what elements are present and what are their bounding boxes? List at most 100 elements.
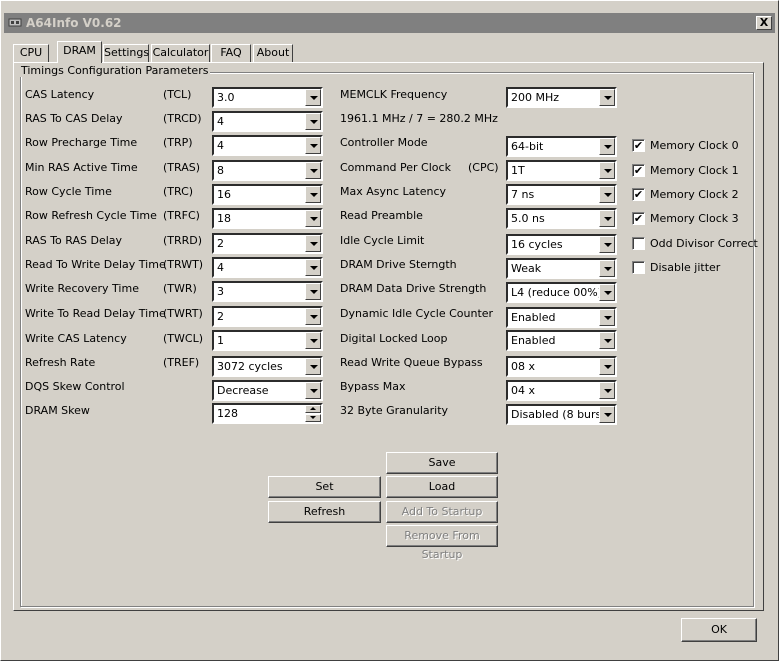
combo-trc[interactable]: 16 [212,184,323,205]
chevron-down-icon[interactable] [305,137,321,154]
remove-from-startup-button[interactable]: Remove From Startup [386,525,498,561]
chevron-down-icon[interactable] [599,89,615,106]
combo-32-byte-granularity[interactable]: Disabled (8 bursts) [506,404,617,425]
param-label: Read To Write Delay Time [25,258,166,271]
title-bar[interactable]: A64Info V0.62 X [4,13,775,33]
chevron-down-icon[interactable] [599,284,615,301]
param-label: CAS Latency [25,88,95,101]
combo-idle-cycle[interactable]: 16 cycles [506,234,617,255]
chevron-down-icon[interactable] [305,308,321,325]
param-label: Refresh Rate [25,356,96,369]
param-code: (TRAS) [163,161,201,174]
tab-calculator[interactable]: Calculator [151,44,210,62]
combo-rw-queue-bypass[interactable]: 08 x [506,356,617,377]
param-label: Digital Locked Loop [340,332,448,345]
chevron-down-icon[interactable] [305,358,321,375]
checkbox-mark-icon[interactable] [632,261,645,274]
param-label: RAS To RAS Delay [25,234,123,247]
param-label: Write Recovery Time [25,282,139,295]
chevron-down-icon[interactable] [599,236,615,253]
param-label: Dynamic Idle Cycle Counter [340,307,494,320]
chevron-down-icon[interactable] [599,162,615,179]
param-label: Command Per Clock [340,161,451,174]
param-code: (TREF) [163,356,200,369]
checkbox-mark-icon[interactable]: ✔ [632,188,645,201]
checkbox-mark-icon[interactable]: ✔ [632,212,645,225]
spin-up-icon[interactable] [305,405,321,413]
combo-drive-strength[interactable]: Weak [506,258,617,279]
save-button[interactable]: Save [386,452,498,474]
chevron-down-icon[interactable] [599,406,615,423]
combo-read-preamble[interactable]: 5.0 ns [506,208,617,229]
refresh-button[interactable]: Refresh [268,501,381,523]
chevron-down-icon[interactable] [305,259,321,276]
combo-dynamic-idle[interactable]: Enabled [506,307,617,328]
checkbox-mark-icon[interactable]: ✔ [632,164,645,177]
chevron-down-icon[interactable] [599,382,615,399]
groupbox-title: Timings Configuration Parameters [19,64,211,77]
chevron-down-icon[interactable] [305,332,321,349]
tab-dram[interactable]: DRAM [57,41,102,63]
chevron-down-icon[interactable] [599,210,615,227]
chevron-down-icon[interactable] [599,332,615,349]
param-label: Row Cycle Time [25,185,112,198]
chevron-down-icon[interactable] [305,89,321,106]
checkbox-mark-icon[interactable] [632,237,645,250]
tab-about[interactable]: About [253,44,293,62]
chevron-down-icon[interactable] [599,260,615,277]
app-window: A64Info V0.62 X CPU DRAM Settings Calcul… [0,0,779,661]
chevron-down-icon[interactable] [599,138,615,155]
param-label: DRAM Data Drive Strength [340,282,487,295]
combo-memclk[interactable]: 200 MHz [506,87,617,108]
chevron-down-icon[interactable] [305,382,321,399]
close-button[interactable]: X [756,16,772,30]
chevron-down-icon[interactable] [599,358,615,375]
combo-dll[interactable]: Enabled [506,330,617,351]
combo-twrt[interactable]: 2 [212,306,323,327]
chevron-down-icon[interactable] [599,186,615,203]
combo-data-drive-strength[interactable]: L4 (reduce 00%) [506,282,617,303]
combo-max-async[interactable]: 7 ns [506,184,617,205]
tab-settings[interactable]: Settings [103,44,149,62]
param-code: (TWR) [163,282,197,295]
dram-skew-spinner[interactable]: 128 [212,403,323,424]
combo-twcl[interactable]: 1 [212,330,323,351]
param-label: Read Write Queue Bypass [340,356,483,369]
chevron-down-icon[interactable] [305,210,321,227]
chevron-down-icon[interactable] [599,309,615,326]
chevron-down-icon[interactable] [305,162,321,179]
combo-controller-mode[interactable]: 64-bit [506,136,617,157]
param-label: DRAM Drive Sterngth [340,258,457,271]
combo-twr[interactable]: 3 [212,281,323,302]
chevron-down-icon[interactable] [305,186,321,203]
chevron-down-icon[interactable] [305,235,321,252]
chevron-down-icon[interactable] [305,113,321,130]
add-to-startup-button[interactable]: Add To Startup [386,501,498,523]
param-label: Row Refresh Cycle Time [25,209,157,222]
param-code: (TRWT) [163,258,204,271]
combo-dqs-skew[interactable]: Decrease [212,380,323,401]
combo-trwt[interactable]: 4 [212,257,323,278]
spin-down-icon[interactable] [305,414,321,422]
tab-cpu[interactable]: CPU [13,44,49,62]
combo-trfc[interactable]: 18 [212,208,323,229]
combo-trcd[interactable]: 4 [212,111,323,132]
combo-trp[interactable]: 4 [212,135,323,156]
spinner-arrows[interactable] [305,405,321,422]
chevron-down-icon[interactable] [305,283,321,300]
tab-faq[interactable]: FAQ [211,44,251,62]
combo-tref[interactable]: 3072 cycles [212,356,323,377]
param-code: (TWCL) [163,332,203,345]
load-button[interactable]: Load [386,476,498,498]
ok-button[interactable]: OK [681,618,757,642]
param-code: (CPC) [468,161,499,174]
combo-tcl[interactable]: 3.0 [212,87,323,108]
set-button[interactable]: Set [268,476,381,498]
param-label: Min RAS Active Time [25,161,138,174]
combo-tras[interactable]: 8 [212,160,323,181]
param-label: Row Precharge Time [25,136,138,149]
combo-cpc[interactable]: 1T [506,160,617,181]
combo-bypass-max[interactable]: 04 x [506,380,617,401]
checkbox-mark-icon[interactable]: ✔ [632,139,645,152]
combo-trrd[interactable]: 2 [212,233,323,254]
